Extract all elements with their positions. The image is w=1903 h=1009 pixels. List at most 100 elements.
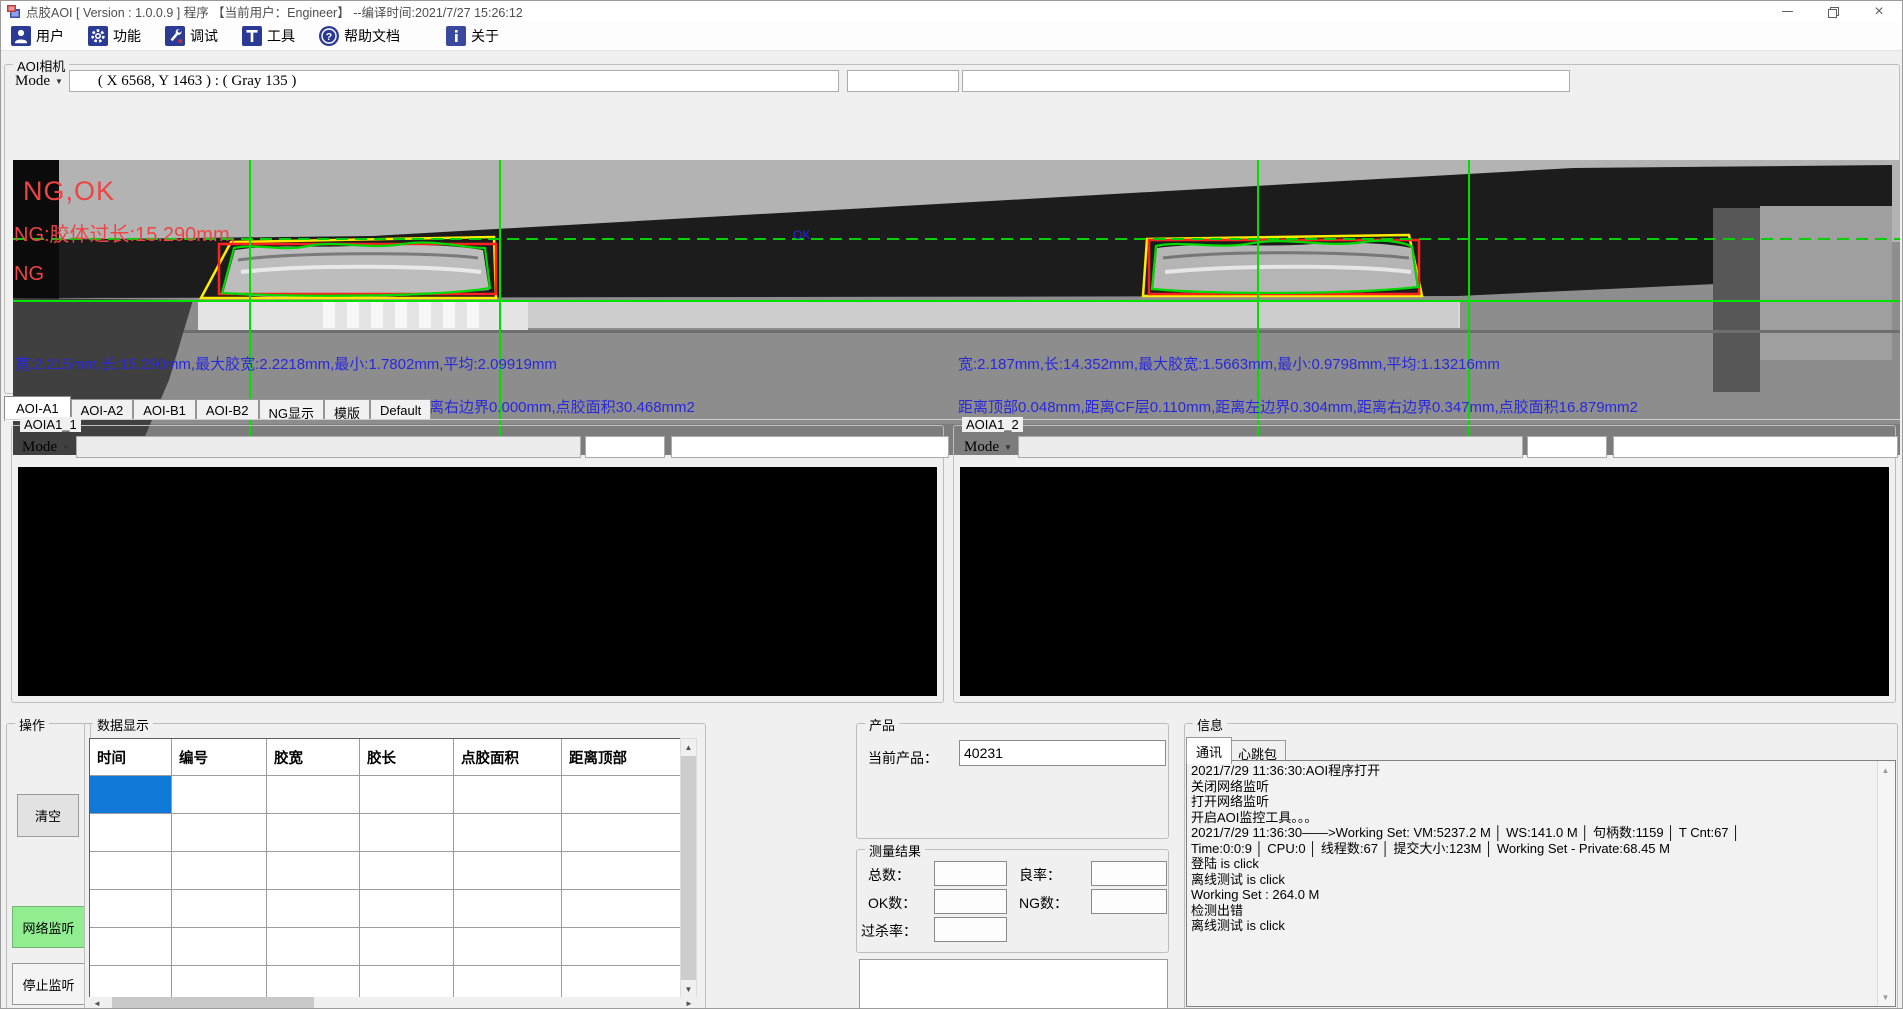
toolbar-debug-label: 调试 [190,26,218,46]
window-title: 点胶AOI [ Version : 1.0.0.9 ] 程序 【当前用户：Eng… [26,2,523,21]
close-icon: × [1874,4,1883,20]
chevron-down-icon: ▼ [55,77,63,86]
column-header-distance-top[interactable]: 距离顶部 [562,739,680,775]
camera-groupbox: AOI相机 Mode ▼ ( X 6568, Y 1463 ) : ( Gray… [4,64,1900,394]
tab-aoi-b1[interactable]: AOI-B1 [133,399,196,420]
table-horizontal-scrollbar[interactable]: ◄ ► [89,997,697,1009]
ok-count-field[interactable] [934,889,1007,914]
toolbar-function-button[interactable]: 功能 [88,26,141,46]
panel-right-field-2[interactable] [1527,436,1607,458]
log-line: 检测出错 [1191,903,1875,919]
log-scrollbar[interactable]: ▲ ▼ [1877,761,1895,1006]
panel-right-label: AOIA1_2 [962,417,1023,432]
yield-rate-field[interactable] [1091,861,1167,886]
title-bar: 点胶AOI [ Version : 1.0.0.9 ] 程序 【当前用户：Eng… [1,1,1902,22]
results-group-label: 测量结果 [865,841,925,860]
panel-left-mode-dropdown[interactable]: Mode ▼ [16,437,76,458]
user-icon [11,26,31,46]
panel-left-field-3[interactable] [671,436,949,458]
svg-text:?: ? [326,31,332,43]
panel-right-mode-label: Mode [964,439,999,456]
stop-listen-button[interactable]: 停止监听 [12,963,85,1005]
app-icon [6,4,21,19]
toolbar-user-label: 用户 [36,26,64,46]
log-line: Time:0:0:9 │ CPU:0 │ 线程数:67 │ 提交大小:123M … [1191,841,1875,857]
panel-left-field-2[interactable] [585,436,665,458]
horizontal-scroll-thumb[interactable] [112,997,314,1009]
toolbar-user-button[interactable]: 用户 [11,26,64,46]
yield-rate-label: 良率： [1019,865,1061,885]
scroll-down-icon[interactable]: ▼ [681,981,696,997]
tab-default[interactable]: Default [370,399,431,420]
tab-ng-display[interactable]: NG显示 [259,399,325,420]
overlay-ok-label: OK [793,228,810,242]
overkill-rate-label: 过杀率： [861,921,917,941]
current-product-input[interactable] [959,740,1166,766]
column-header-id[interactable]: 编号 [172,739,267,775]
panel-right-mode-dropdown[interactable]: Mode ▼ [958,437,1018,458]
table-header-row: 时间 编号 胶宽 胶长 点胶面积 距离顶部 [90,739,680,776]
tab-template[interactable]: 模版 [324,399,370,420]
panel-aoia1-1-groupbox: AOIA1_1 Mode ▼ [11,425,944,703]
overlay-status-text: NG,OK [23,176,115,207]
table-row[interactable] [90,852,680,890]
overlay-ng-reason-text: NG:胶体过长:15.290mm, [14,218,235,247]
restore-icon [1828,7,1838,17]
minimize-button[interactable] [1764,1,1810,22]
minimize-icon [1782,11,1793,12]
camera-mode-dropdown[interactable]: Mode ▼ [9,71,69,92]
chevron-down-icon: ▼ [62,443,70,452]
panel-right-image-canvas[interactable] [960,467,1889,696]
log-line: 登陆 is click [1191,856,1875,872]
log-line: 2021/7/29 11:36:30:AOI程序打开 [1191,763,1875,779]
vertical-scroll-thumb[interactable] [681,756,696,980]
camera-field-3[interactable] [962,70,1570,92]
tools-icon [242,26,262,46]
scroll-up-icon[interactable]: ▲ [1878,762,1893,778]
ng-count-field[interactable] [1091,889,1167,914]
tab-aoi-b2[interactable]: AOI-B2 [196,399,259,420]
table-row[interactable] [90,890,680,928]
total-count-field[interactable] [934,861,1007,886]
overlay-right-measure-1: 宽:2.187mm,长:14.352mm,最大胶宽:1.5663mm,最小:0.… [958,353,1500,374]
scroll-up-icon[interactable]: ▲ [681,739,696,755]
table-vertical-scrollbar[interactable]: ▲ ▼ [680,738,697,998]
scroll-left-icon[interactable]: ◄ [89,997,105,1009]
panel-left-image-canvas[interactable] [18,467,937,696]
column-header-glue-length[interactable]: 胶长 [360,739,454,775]
selected-cell[interactable] [90,776,172,813]
tab-comms[interactable]: 通讯 [1186,737,1232,764]
comms-log[interactable]: 2021/7/29 11:36:30:AOI程序打开 关闭网络监听 打开网络监听… [1186,760,1896,1007]
toolbar-about-button[interactable]: 关于 [446,26,499,46]
toolbar-help-button[interactable]: ? 帮助文档 [319,26,400,46]
toolbar-tools-button[interactable]: 工具 [242,26,295,46]
overkill-rate-field[interactable] [934,917,1007,942]
camera-coords-value: ( X 6568, Y 1463 ) : ( Gray 135 ) [98,73,296,90]
close-button[interactable]: × [1856,1,1902,22]
panel-right-field-3[interactable] [1613,436,1898,458]
column-header-glue-area[interactable]: 点胶面积 [454,739,562,775]
restore-button[interactable] [1810,1,1856,22]
log-line: 离线测试 is click [1191,872,1875,888]
info-icon [446,26,466,46]
log-line: 2021/7/29 11:36:30——>Working Set: VM:523… [1191,825,1875,841]
ok-count-label: OK数： [868,893,916,913]
main-toolbar: 用户 功能 调试 工具 [1,22,1902,51]
toolbar-debug-button[interactable]: 调试 [165,26,218,46]
scroll-right-icon[interactable]: ► [681,997,697,1009]
panel-right-field-1[interactable] [1018,436,1523,458]
scroll-down-icon[interactable]: ▼ [1878,989,1893,1005]
network-listen-button[interactable]: 网络监听 [12,906,85,948]
overlay-right-measure-2: 距离顶部0.048mm,距离CF层0.110mm,距离左边界0.304mm,距离… [958,396,1638,417]
clear-button[interactable]: 清空 [17,794,79,837]
camera-coords-field[interactable]: ( X 6568, Y 1463 ) : ( Gray 135 ) [69,70,839,92]
column-header-glue-width[interactable]: 胶宽 [267,739,360,775]
overlay-left-measure-1: 宽:2.215mm,长:15.290mm,最大胶宽:2.2218mm,最小:1.… [15,353,557,374]
column-header-time[interactable]: 时间 [90,739,172,775]
table-row[interactable] [90,928,680,966]
panel-left-field-1[interactable] [76,436,581,458]
table-row[interactable] [90,814,680,852]
camera-field-2[interactable] [847,70,959,92]
table-row[interactable] [90,776,680,814]
gear-icon [88,26,108,46]
